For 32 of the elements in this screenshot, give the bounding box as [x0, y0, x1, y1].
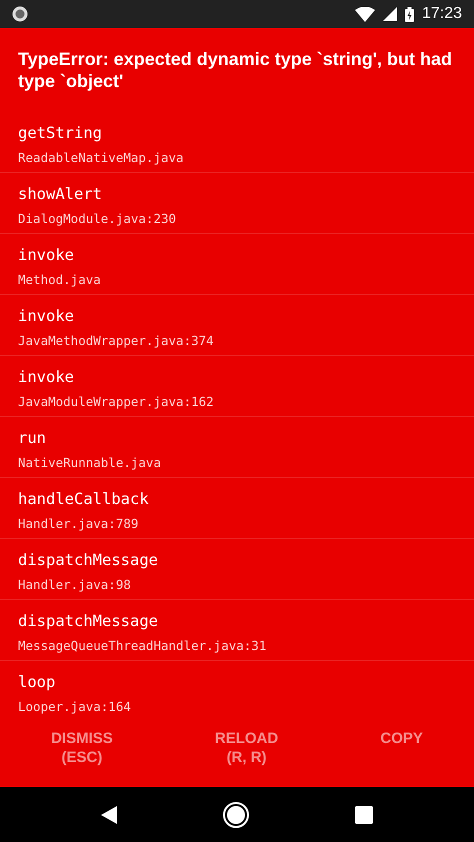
clock-time: 17:23 — [422, 4, 462, 24]
method-name: run — [18, 428, 46, 448]
source-location: JavaMethodWrapper.java:374 — [18, 332, 214, 350]
back-icon[interactable] — [101, 806, 117, 824]
source-location: DialogModule.java:230 — [18, 210, 176, 228]
source-location: ReadableNativeMap.java — [18, 149, 184, 167]
method-name: invoke — [18, 367, 74, 387]
action-button[interactable]: RELOAD (R, R) — [206, 727, 286, 769]
recents-icon[interactable] — [355, 806, 373, 824]
source-location: NativeRunnable.java — [18, 454, 161, 472]
method-name: invoke — [18, 245, 74, 265]
battery-icon — [404, 6, 414, 22]
source-location: MessageQueueThreadHandler.java:31 — [18, 637, 266, 655]
method-name: handleCallback — [18, 489, 149, 509]
method-name: loop — [18, 672, 56, 692]
method-name: showAlert — [18, 184, 102, 204]
source-location: Handler.java:98 — [18, 576, 131, 594]
wifi-icon — [354, 6, 375, 22]
method-name: dispatchMessage — [18, 611, 158, 631]
signal-icon — [382, 7, 397, 21]
notification-icon — [12, 6, 28, 22]
source-location: Handler.java:789 — [18, 515, 138, 533]
home-icon[interactable] — [223, 802, 249, 828]
method-name: invoke — [18, 306, 74, 326]
error-message: TypeError: expected dynamic type `string', but had type `object' — [18, 49, 452, 91]
source-location: Looper.java:164 — [18, 698, 131, 716]
action-button[interactable]: DISMISS (ESC) — [43, 727, 121, 769]
method-name: dispatchMessage — [18, 550, 158, 570]
method-name: getString — [18, 123, 102, 143]
source-location: Method.java — [18, 271, 101, 289]
action-button[interactable]: COPY — [372, 727, 431, 750]
source-location: JavaModuleWrapper.java:162 — [18, 393, 214, 411]
